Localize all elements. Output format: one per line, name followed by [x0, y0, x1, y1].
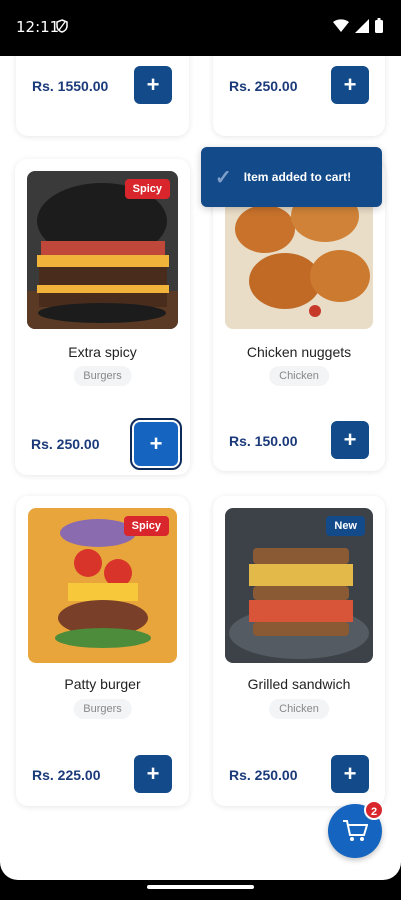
price: Rs. 150.00	[229, 433, 298, 449]
plus-icon: +	[146, 761, 160, 786]
product-card-chicken-nuggets[interactable]: Chicken nuggets Chicken Rs. 150.00 +	[213, 161, 385, 471]
shield-icon	[56, 19, 68, 33]
add-to-cart-button[interactable]: +	[331, 421, 369, 459]
category-tag: Chicken	[269, 699, 329, 719]
product-card[interactable]: Rs. 1550.00 +	[16, 56, 189, 136]
product-card-grilled-sandwich[interactable]: New Grilled sandwich Chicken Rs. 250.00 …	[213, 496, 385, 806]
product-title: Patty burger	[64, 676, 141, 692]
price: Rs. 250.00	[229, 767, 298, 783]
cart-icon	[343, 820, 368, 841]
price: Rs. 225.00	[32, 767, 101, 783]
add-to-cart-button[interactable]: +	[134, 755, 172, 793]
plus-icon: +	[343, 427, 357, 452]
wifi-icon	[333, 18, 349, 32]
spicy-badge: Spicy	[123, 516, 169, 536]
plus-icon: +	[146, 72, 160, 97]
navigation-bar	[0, 880, 401, 900]
product-title: Chicken nuggets	[246, 344, 352, 360]
status-icons	[333, 18, 383, 33]
product-card[interactable]: Rs. 250.00 +	[213, 56, 385, 136]
price: Rs. 1550.00	[32, 78, 109, 94]
product-card-extra-spicy[interactable]: Spicy Extra spicy Burgers Rs. 250.00 +	[15, 159, 190, 475]
product-title: Extra spicy	[68, 344, 137, 360]
home-indicator[interactable]	[147, 885, 254, 889]
menu-screen[interactable]: Rs. 1550.00 + Rs. 250.00 + Spicy Extra s…	[0, 56, 401, 880]
category-tag: Burgers	[73, 366, 132, 386]
plus-icon: +	[343, 72, 357, 97]
category-tag: Chicken	[269, 366, 329, 386]
add-to-cart-button[interactable]: +	[331, 66, 369, 104]
new-badge: New	[326, 516, 365, 536]
check-icon: ✓	[215, 166, 232, 189]
add-to-cart-button[interactable]: +	[134, 66, 172, 104]
cart-count-badge: 2	[364, 800, 384, 820]
status-time: 12:11	[16, 18, 60, 36]
status-bar: 12:11	[0, 0, 401, 56]
battery-icon	[375, 18, 383, 33]
spicy-badge: Spicy	[124, 179, 170, 199]
plus-icon: +	[149, 431, 163, 456]
product-title: Grilled sandwich	[247, 676, 351, 692]
plus-icon: +	[343, 761, 357, 786]
price: Rs. 250.00	[31, 436, 100, 452]
signal-icon	[355, 18, 369, 33]
cart-toast: ✓ Item added to cart!	[201, 147, 382, 207]
category-tag: Burgers	[73, 699, 132, 719]
toast-message: Item added to cart!	[243, 170, 352, 184]
add-to-cart-button[interactable]: +	[130, 418, 182, 470]
product-card-patty-burger[interactable]: Spicy Patty burger Burgers Rs. 225.00 +	[16, 496, 189, 806]
price: Rs. 250.00	[229, 78, 298, 94]
add-to-cart-button[interactable]: +	[331, 755, 369, 793]
